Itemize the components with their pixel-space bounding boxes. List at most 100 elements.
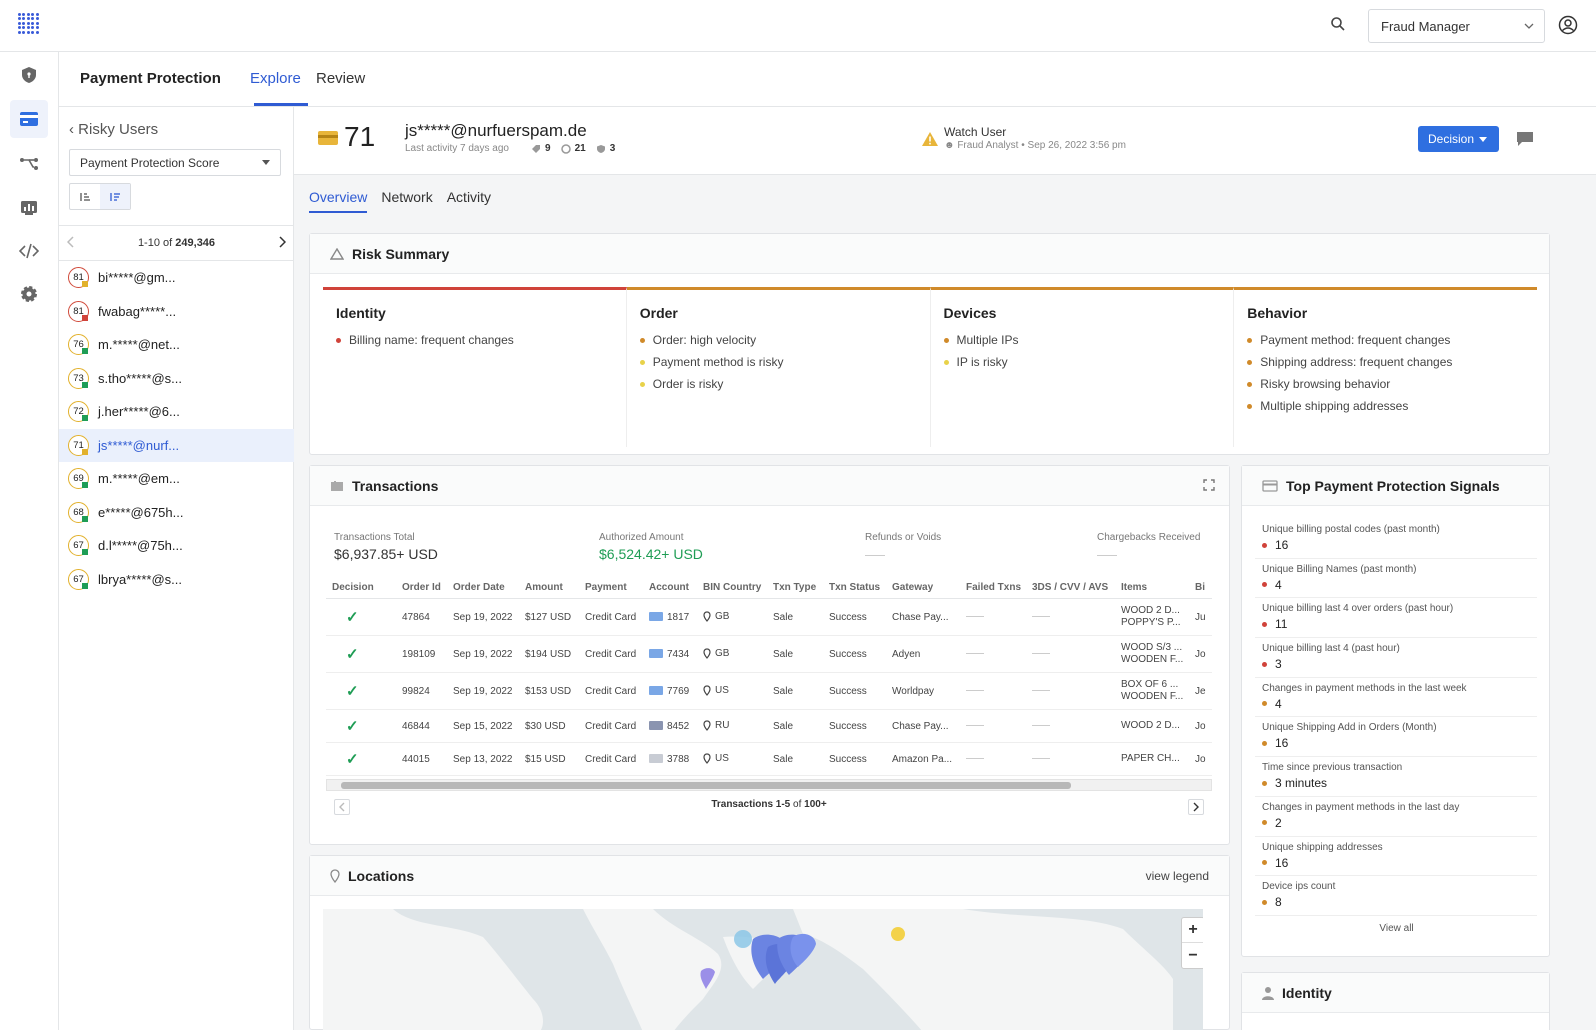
failed-txns: [960, 754, 1026, 765]
chevron-right-icon[interactable]: [278, 236, 287, 251]
list-item[interactable]: 76 m.*****@net...: [59, 328, 294, 362]
tab-network[interactable]: Network: [381, 189, 432, 213]
risk-column: Order Order: high velocity Payment method …: [626, 287, 931, 447]
table-row[interactable]: ✓ 44015 Sep 13, 2022 $15 USD Credit Card 3788…: [326, 743, 1212, 776]
list-item[interactable]: 81 bi*****@gm...: [59, 261, 294, 295]
score-select[interactable]: Payment Protection Score: [69, 149, 281, 176]
back-to-risky-users[interactable]: ‹ Risky Users: [69, 121, 158, 138]
gateway: Worldpay: [892, 685, 935, 697]
expand-icon[interactable]: [1203, 479, 1215, 491]
device-icon: [560, 143, 571, 154]
credit-card-icon[interactable]: [10, 100, 48, 138]
list-item[interactable]: 69 m.*****@em...: [59, 462, 294, 496]
order-id[interactable]: 47864: [396, 612, 447, 623]
tab-explore[interactable]: Explore: [250, 70, 301, 87]
role-select[interactable]: Fraud Manager: [1368, 9, 1545, 43]
reports-icon[interactable]: [10, 189, 48, 227]
order-date: Sep 13, 2022: [453, 753, 513, 765]
column-header[interactable]: Gateway: [886, 582, 960, 593]
list-item[interactable]: 81 fwabag*****...: [59, 295, 294, 329]
column-header[interactable]: Items: [1115, 582, 1189, 593]
column-header[interactable]: Order Date: [447, 582, 519, 593]
user-email: d.l*****@75h...: [98, 538, 183, 554]
risk-dot: [639, 381, 645, 387]
search-icon[interactable]: [1330, 16, 1350, 36]
pager-of: of: [163, 237, 173, 249]
order-date: Sep 15, 2022: [453, 720, 513, 732]
list-item[interactable]: 71 js*****@nurf...: [59, 428, 294, 462]
code-icon[interactable]: [10, 232, 48, 270]
amount: $153 USD: [525, 685, 572, 697]
status-dot: [82, 482, 88, 488]
shield-icon[interactable]: [10, 56, 48, 94]
signal-item: Unique billing last 4 over orders (past …: [1255, 598, 1537, 639]
table-row[interactable]: ✓ 99824 Sep 19, 2022 $153 USD Credit Card 776…: [326, 673, 1212, 710]
amount: $15 USD: [525, 753, 566, 765]
app-logo-icon[interactable]: [17, 12, 39, 34]
list-item[interactable]: 73 s.tho*****@s...: [59, 362, 294, 396]
column-header[interactable]: Txn Type: [767, 582, 823, 593]
order-id[interactable]: 198109: [396, 649, 447, 660]
signal-title: Changes in payment methods in the last w…: [1262, 682, 1467, 694]
column-header[interactable]: Payment: [579, 582, 643, 593]
items: WOOD 2 D... POPPY'S P...: [1121, 605, 1181, 628]
sort-descending-icon[interactable]: [100, 184, 130, 209]
warning-icon: [922, 132, 938, 146]
list-item[interactable]: 72 j.her*****@6...: [59, 395, 294, 429]
column-header[interactable]: Txn Status: [823, 582, 886, 593]
zoom-in-button[interactable]: +: [1182, 918, 1203, 943]
gear-icon[interactable]: [10, 275, 48, 313]
caret-down-icon: [262, 160, 270, 165]
column-header[interactable]: Decision: [326, 582, 396, 593]
sort-ascending-icon[interactable]: [70, 184, 100, 209]
view-legend-link[interactable]: view legend: [1146, 869, 1209, 883]
location-pin-icon: [703, 753, 711, 765]
risk-item: IP is risky: [943, 355, 1221, 369]
view-all-link[interactable]: View all: [1242, 923, 1551, 934]
risk-dot: [943, 359, 949, 365]
risk-dot: [1247, 359, 1253, 365]
order-id[interactable]: 46844: [396, 721, 447, 732]
list-item[interactable]: 67 d.l*****@75h...: [59, 529, 294, 563]
list-item[interactable]: 67 lbrya*****@s...: [59, 563, 294, 597]
user-account-icon[interactable]: [1558, 15, 1580, 37]
world-map[interactable]: + −: [323, 909, 1203, 1030]
location-pin-icon: [703, 648, 711, 660]
column-header[interactable]: Bi: [1189, 582, 1212, 593]
chevron-left-icon: ‹: [69, 121, 74, 138]
order-id[interactable]: 99824: [396, 686, 447, 697]
chevron-left-icon[interactable]: [334, 799, 350, 815]
order-id[interactable]: 44015: [396, 754, 447, 765]
tab-activity[interactable]: Activity: [447, 189, 491, 213]
tab-review[interactable]: Review: [316, 70, 365, 87]
horizontal-scrollbar[interactable]: [326, 779, 1212, 791]
signal-dot: [1262, 820, 1267, 826]
user-score: 71: [344, 121, 376, 152]
column-header[interactable]: 3DS / CVV / AVS: [1026, 582, 1115, 593]
verification: [1026, 686, 1115, 697]
sub-tabs: Overview Network Activity: [309, 189, 491, 213]
txn-type: Sale: [773, 611, 794, 623]
signal-dot: [1262, 701, 1267, 707]
flow-icon[interactable]: [10, 145, 48, 183]
column-header[interactable]: Account: [643, 582, 697, 593]
column-header[interactable]: Failed Txns: [960, 582, 1026, 593]
tab-overview[interactable]: Overview: [309, 189, 368, 213]
zoom-out-button[interactable]: −: [1182, 943, 1203, 968]
decision-button[interactable]: Decision: [1418, 126, 1499, 152]
signal-value: 3 minutes: [1262, 776, 1537, 790]
risk-column: Devices Multiple IPs IP is risky: [930, 287, 1235, 447]
comment-icon[interactable]: [1516, 131, 1534, 147]
chevron-left-icon[interactable]: [66, 236, 75, 251]
table-row[interactable]: ✓ 47864 Sep 19, 2022 $127 USD Credit Card 181…: [326, 599, 1212, 636]
column-header[interactable]: Order Id: [396, 582, 447, 593]
verification: [1026, 649, 1115, 660]
column-header[interactable]: BIN Country: [697, 582, 767, 593]
list-item[interactable]: 68 e*****@675h...: [59, 496, 294, 530]
back-label: Risky Users: [78, 121, 159, 138]
chevron-right-icon[interactable]: [1188, 799, 1204, 815]
table-row[interactable]: ✓ 46844 Sep 15, 2022 $30 USD Credit Card 8452…: [326, 710, 1212, 743]
column-header[interactable]: Amount: [519, 582, 579, 593]
table-header: Decision Order Id Order Date Amount Payment A…: [326, 577, 1212, 599]
table-row[interactable]: ✓ 198109 Sep 19, 2022 $194 USD Credit Card 74…: [326, 636, 1212, 673]
